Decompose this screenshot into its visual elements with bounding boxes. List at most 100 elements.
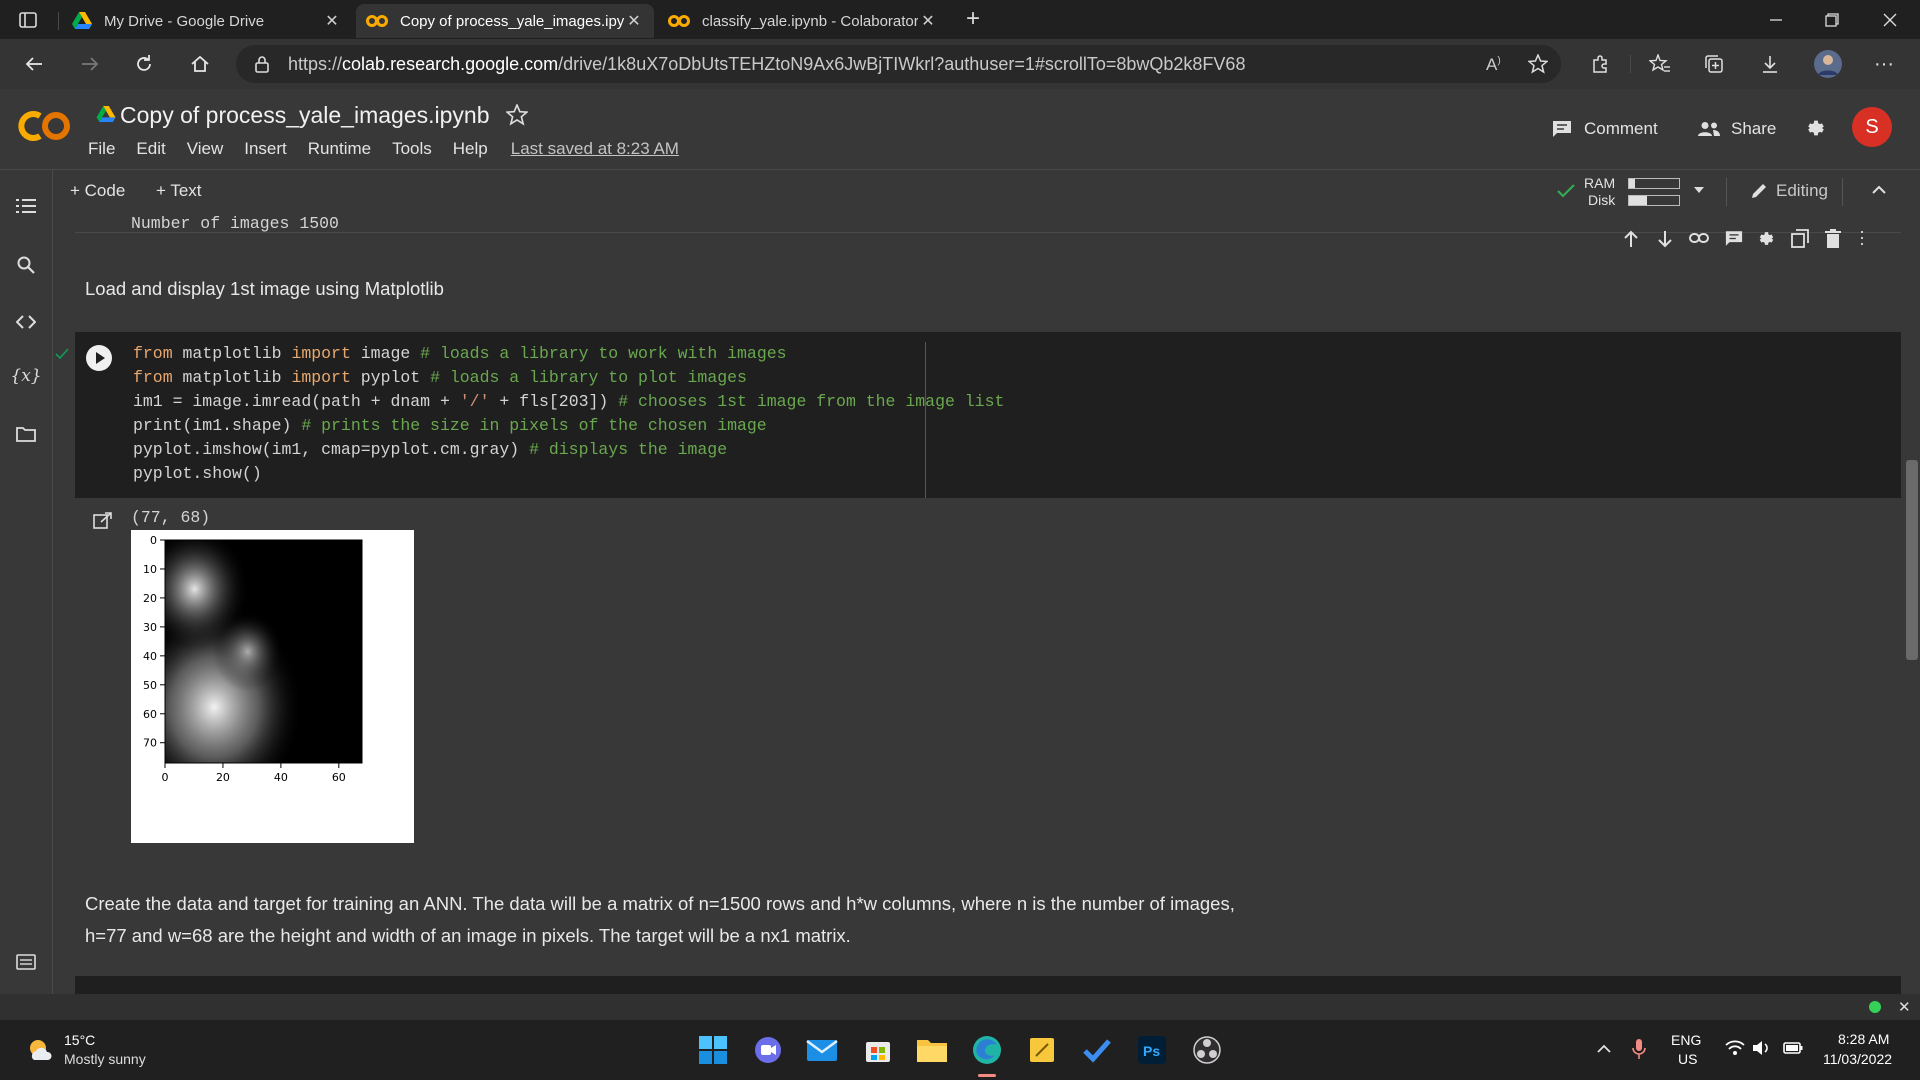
downloads-icon[interactable] — [1748, 39, 1792, 89]
minimize-window-icon[interactable] — [1748, 0, 1804, 39]
add-text-button[interactable]: + Text — [156, 181, 202, 201]
close-tab-icon[interactable]: ✕ — [322, 11, 342, 31]
favorite-star-icon[interactable] — [1528, 54, 1548, 74]
edge-browser-icon[interactable] — [969, 1032, 1005, 1068]
colab-logo[interactable] — [18, 109, 72, 143]
variables-icon[interactable]: {x} — [0, 366, 52, 386]
dropdown-caret-icon[interactable] — [1694, 187, 1704, 194]
tab-actions-icon[interactable] — [18, 10, 38, 30]
x-tick-label: 60 — [332, 771, 346, 784]
notebook-title[interactable]: Copy of process_yale_images.ipynb — [120, 102, 489, 129]
run-cell-button[interactable] — [85, 344, 113, 372]
refresh-icon[interactable] — [122, 39, 166, 89]
close-tab-icon[interactable]: ✕ — [918, 11, 938, 31]
weather-widget[interactable]: 15°C Mostly sunny — [26, 1030, 206, 1070]
browser-menu-icon[interactable]: ··· — [1862, 39, 1906, 89]
add-comment-icon[interactable] — [1725, 230, 1743, 247]
left-sidebar: {x} — [0, 170, 53, 994]
show-hidden-icons-chevron[interactable] — [1596, 1044, 1612, 1054]
tab-classify-yale[interactable]: classify_yale.ipynb - Colaborator ✕ — [658, 4, 948, 38]
photoshop-icon[interactable]: Ps — [1134, 1032, 1170, 1068]
home-icon[interactable] — [178, 39, 222, 89]
weather-description: Mostly sunny — [64, 1051, 146, 1067]
windows-start-icon[interactable] — [695, 1032, 731, 1068]
editing-label: Editing — [1776, 181, 1828, 200]
menu-runtime[interactable]: Runtime — [308, 139, 371, 159]
add-code-button[interactable]: + Code — [70, 181, 125, 201]
colab-icon — [366, 14, 388, 28]
address-bar[interactable]: https://colab.research.google.com/drive/… — [236, 45, 1561, 83]
tab-process-yale[interactable]: Copy of process_yale_images.ipy ✕ — [356, 4, 654, 38]
link-icon[interactable] — [1689, 232, 1709, 244]
read-aloud-icon[interactable]: A) — [1486, 55, 1501, 75]
share-button[interactable]: Share — [1697, 119, 1776, 139]
editing-mode-button[interactable]: Editing — [1750, 181, 1828, 201]
clock-time[interactable]: 8:28 AM — [1838, 1031, 1889, 1047]
obs-studio-icon[interactable] — [1189, 1032, 1225, 1068]
google-drive-icon[interactable] — [96, 106, 116, 123]
move-cell-down-icon[interactable] — [1657, 230, 1673, 248]
text-cell-heading[interactable]: Load and display 1st image using Matplot… — [85, 278, 444, 300]
collections-icon[interactable] — [1692, 39, 1736, 89]
collapse-header-icon[interactable] — [1871, 185, 1887, 195]
menu-view[interactable]: View — [187, 139, 224, 159]
notebook-scrollbar[interactable] — [1906, 460, 1918, 660]
table-of-contents-icon[interactable] — [0, 198, 52, 214]
output-actions-icon[interactable] — [93, 512, 113, 530]
menu-edit[interactable]: Edit — [136, 139, 165, 159]
volume-icon[interactable] — [1752, 1040, 1770, 1056]
delete-cell-icon[interactable] — [1825, 229, 1841, 248]
restore-window-icon[interactable] — [1804, 0, 1860, 39]
tab-google-drive[interactable]: My Drive - Google Drive ✕ — [62, 4, 352, 38]
files-folder-icon[interactable] — [0, 426, 52, 442]
menu-tools[interactable]: Tools — [392, 139, 432, 159]
mail-icon[interactable] — [804, 1032, 840, 1068]
close-window-icon[interactable] — [1862, 0, 1918, 39]
forward-icon[interactable] — [68, 39, 112, 89]
new-tab-icon[interactable]: + — [966, 7, 980, 31]
microsoft-store-icon[interactable] — [860, 1032, 896, 1068]
next-code-cell[interactable] — [75, 976, 1901, 994]
profile-avatar-icon[interactable] — [1806, 39, 1850, 89]
lock-icon[interactable] — [254, 55, 270, 73]
back-icon[interactable] — [12, 39, 56, 89]
colab-icon — [668, 14, 690, 28]
star-icon[interactable] — [506, 104, 528, 126]
cell-settings-gear-icon[interactable] — [1757, 229, 1776, 248]
text-cell-paragraph[interactable]: Create the data and target for training … — [85, 888, 1585, 952]
code-snippets-icon[interactable] — [0, 314, 52, 330]
code-comment: # prints the size in pixels of the chose… — [301, 416, 767, 435]
code-cell[interactable]: from matplotlib import image # loads a l… — [75, 332, 1901, 498]
settings-gear-icon[interactable] — [1805, 117, 1827, 139]
favorites-icon[interactable] — [1638, 39, 1682, 89]
more-options-icon[interactable]: · · · — [1859, 222, 1865, 252]
todo-check-icon[interactable] — [1079, 1032, 1115, 1068]
code-comment: # chooses 1st image from the image list — [618, 392, 1005, 411]
line-length-ruler — [925, 342, 926, 498]
wifi-icon[interactable] — [1725, 1040, 1745, 1056]
teams-chat-icon[interactable] — [750, 1032, 786, 1068]
region-code[interactable]: US — [1678, 1051, 1697, 1067]
comment-button[interactable]: Comment — [1552, 119, 1658, 139]
close-status-icon[interactable]: ✕ — [1898, 998, 1911, 1016]
sticky-notes-icon[interactable] — [1024, 1032, 1060, 1068]
search-icon[interactable] — [0, 256, 52, 274]
account-avatar[interactable]: S — [1852, 107, 1892, 147]
menu-file[interactable]: File — [88, 139, 115, 159]
close-tab-icon[interactable]: ✕ — [624, 11, 644, 31]
menu-insert[interactable]: Insert — [244, 139, 287, 159]
resources-indicator[interactable]: RAM Disk — [1556, 174, 1766, 210]
connection-status-dot[interactable] — [1869, 1001, 1881, 1013]
file-explorer-icon[interactable] — [914, 1032, 950, 1068]
clock-date[interactable]: 11/03/2022 — [1823, 1051, 1892, 1067]
connected-check-icon — [1556, 182, 1576, 200]
last-saved-link[interactable]: Last saved at 8:23 AM — [511, 139, 679, 159]
language-code[interactable]: ENG — [1671, 1032, 1701, 1048]
command-palette-icon[interactable] — [0, 954, 52, 970]
move-cell-up-icon[interactable] — [1623, 230, 1639, 248]
extensions-icon[interactable] — [1578, 39, 1622, 89]
microphone-icon[interactable] — [1632, 1038, 1646, 1060]
menu-help[interactable]: Help — [453, 139, 488, 159]
battery-icon[interactable] — [1783, 1041, 1803, 1055]
mirror-cell-icon[interactable] — [1791, 229, 1809, 248]
